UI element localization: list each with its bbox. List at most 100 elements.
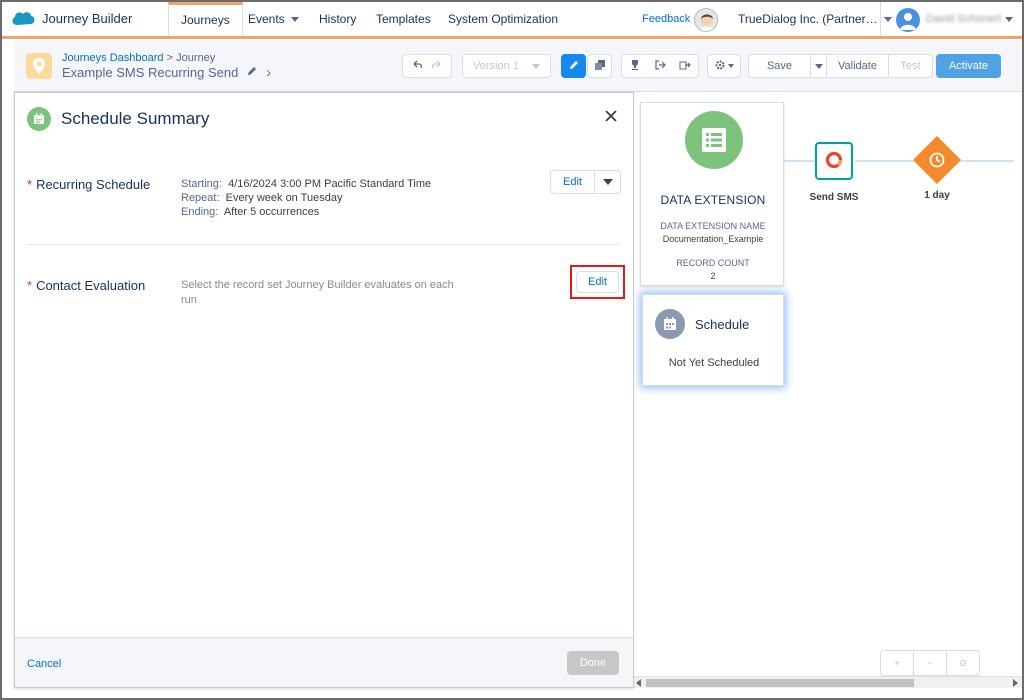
zoom-in-icon[interactable]: + (881, 651, 914, 675)
pencil-icon[interactable] (246, 65, 258, 80)
brand-name: Journey Builder (42, 10, 133, 26)
ending-key: Ending: (181, 206, 219, 218)
save-label: Save (766, 60, 793, 72)
gear-icon (714, 59, 726, 74)
panel-title: Schedule Summary (61, 109, 210, 128)
astro-avatar-icon[interactable] (694, 8, 718, 32)
chevron-down-icon (814, 63, 823, 69)
trophy-icon[interactable] (629, 59, 641, 74)
repeat-value: Every week on Tuesday (225, 192, 343, 204)
chevron-down-icon (532, 63, 540, 69)
data-extension-entry-card[interactable]: DATA EXTENSION DATA EXTENSION NAME Docum… (640, 102, 784, 286)
schedule-details: Starting: 4/16/2024 3:00 PM Pacific Stan… (181, 177, 431, 219)
exit-icon[interactable] (654, 59, 666, 74)
copy-mode-button[interactable] (587, 54, 612, 78)
nav-divider (880, 2, 881, 36)
scroll-thumb[interactable] (646, 679, 914, 687)
zoom-fit-icon[interactable]: ⊙ (947, 651, 979, 675)
schedule-status: Not Yet Scheduled (668, 357, 760, 369)
chevron-down-icon[interactable] (1005, 17, 1013, 22)
version-label: Version 1 (473, 60, 519, 72)
version-select[interactable]: Version 1 (462, 54, 551, 78)
contact-evaluation-description: Select the record set Journey Builder ev… (181, 279, 454, 306)
zoom-controls: + − ⊙ (880, 650, 980, 676)
required-marker: * (27, 177, 33, 192)
redo-icon[interactable] (431, 59, 443, 74)
journey-header: Journeys Dashboard > Journey Example SMS… (14, 40, 1022, 92)
scroll-right-icon[interactable] (1013, 679, 1018, 687)
tab-history[interactable]: History (307, 2, 368, 36)
send-sms-activity[interactable] (815, 142, 853, 180)
ending-line: Ending: After 5 occurrences (181, 205, 431, 219)
sms-ring-icon (824, 150, 844, 173)
data-extension-title: DATA EXTENSION (660, 193, 766, 207)
user-name[interactable]: David Schonert (926, 2, 1001, 36)
data-extension-name-value: Documentation_Example (662, 234, 764, 244)
send-sms-label: Send SMS (809, 192, 859, 203)
chevron-down-icon (883, 17, 892, 23)
calendar-icon (27, 107, 51, 131)
done-button[interactable]: Done (567, 651, 619, 675)
tab-templates[interactable]: Templates (364, 2, 443, 36)
save-dropdown[interactable] (811, 54, 827, 78)
schedule-card[interactable]: Schedule Not Yet Scheduled (642, 294, 784, 386)
breadcrumb-separator: > (166, 52, 174, 64)
undo-redo-group (402, 54, 452, 78)
contact-edit-button[interactable]: Edit (576, 271, 619, 293)
repeat-key: Repeat: (181, 192, 220, 204)
chevron-down-icon (290, 17, 299, 23)
edit-label: Edit (563, 176, 582, 188)
horizontal-scrollbar[interactable] (634, 676, 1022, 688)
list-icon (685, 111, 743, 169)
clock-icon (925, 148, 949, 172)
recurring-edit-button[interactable]: Edit (550, 170, 595, 194)
highlight-box: Edit (570, 265, 625, 299)
chevron-down-icon (602, 179, 613, 185)
starting-line: Starting: 4/16/2024 3:00 PM Pacific Stan… (181, 177, 431, 191)
undo-icon[interactable] (411, 59, 423, 74)
done-label: Done (579, 657, 607, 669)
edit-mode-button[interactable] (561, 54, 586, 78)
brand[interactable]: Journey Builder (10, 9, 132, 27)
zoom-out-icon[interactable]: − (914, 651, 947, 675)
user-avatar-icon[interactable] (896, 8, 920, 32)
settings-button[interactable] (707, 54, 741, 78)
feedback-link[interactable]: Feedback (642, 2, 690, 36)
connector-line (784, 160, 816, 162)
validate-button[interactable]: Validate (827, 54, 889, 78)
top-navigation: Journey Builder Journeys Events History … (2, 2, 1022, 39)
edit-label: Edit (588, 276, 607, 288)
cancel-button[interactable]: Cancel (27, 658, 61, 670)
org-switcher[interactable]: TrueDialog Inc. (Partner… (738, 2, 892, 36)
journey-canvas[interactable]: DATA EXTENSION DATA EXTENSION NAME Docum… (634, 92, 1022, 698)
chevron-down-icon (728, 64, 734, 68)
calendar-icon (655, 309, 685, 339)
recurring-edit-dropdown[interactable] (595, 170, 621, 194)
tab-label: Templates (376, 12, 431, 26)
starting-key: Starting: (181, 178, 222, 190)
export-icon[interactable] (679, 59, 692, 74)
journey-title-row: Example SMS Recurring Send › (62, 64, 271, 80)
breadcrumb-dashboard-link[interactable]: Journeys Dashboard (62, 52, 164, 64)
recurring-schedule-label-text: Recurring Schedule (36, 177, 151, 192)
journey-actions-group (621, 54, 699, 78)
breadcrumb: Journeys Dashboard > Journey (62, 52, 215, 64)
validate-label: Validate (838, 60, 877, 72)
wait-label: 1 day (924, 190, 950, 201)
test-button[interactable]: Test (889, 54, 933, 78)
map-pin-icon (26, 53, 52, 79)
tab-system-optimization[interactable]: System Optimization (436, 2, 570, 36)
org-name: TrueDialog Inc. (Partner… (738, 12, 878, 26)
tab-label: Journeys (181, 13, 230, 27)
close-icon[interactable] (603, 108, 619, 124)
breadcrumb-current: Journey (176, 52, 216, 64)
chevron-right-icon[interactable]: › (266, 64, 271, 80)
tab-events[interactable]: Events (236, 2, 311, 36)
contact-evaluation-label-text: Contact Evaluation (36, 278, 146, 293)
activate-button[interactable]: Activate (936, 54, 1001, 78)
record-count-value: 2 (710, 271, 716, 281)
scroll-left-icon[interactable] (636, 679, 641, 687)
salesforce-cloud-icon (10, 9, 36, 27)
tab-journeys[interactable]: Journeys (168, 2, 243, 39)
save-button[interactable]: Save (748, 54, 811, 78)
